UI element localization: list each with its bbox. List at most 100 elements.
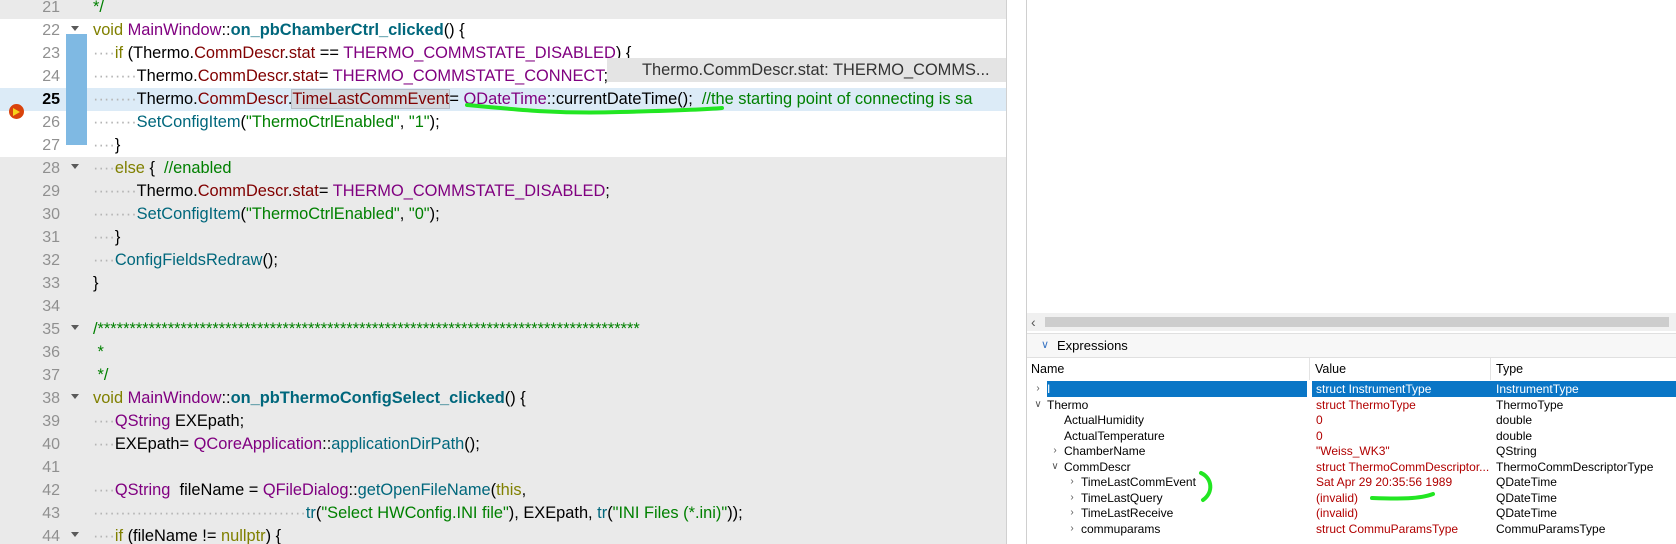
line-number[interactable]: 43 [22, 502, 60, 525]
code-text[interactable]: */ [93, 0, 104, 19]
code-text[interactable]: ····ConfigFieldsRedraw(); [93, 249, 278, 272]
code-line[interactable]: 39 ····QString EXEpath; [0, 410, 1026, 433]
expression-value[interactable]: (invalid) [1312, 490, 1492, 506]
expression-row[interactable]: ∨ CommDescr struct ThermoCommDescriptor...… [1027, 459, 1676, 475]
expression-name[interactable]: ChamberName [1064, 443, 1305, 459]
code-text[interactable]: ····QString EXEpath; [93, 410, 244, 433]
column-separator[interactable] [1490, 358, 1491, 380]
code-line[interactable]: 29 ········Thermo.CommDescr.stat= THERMO_… [0, 180, 1026, 203]
expression-name[interactable]: I [1047, 381, 1307, 397]
line-number[interactable]: 41 [22, 456, 60, 479]
chevron-down-icon[interactable]: ∨ [1050, 459, 1060, 475]
expression-row[interactable]: › commuparams struct CommuParamsType CommuP… [1027, 521, 1676, 537]
code-line[interactable]: 42 ····QString fileName = QFileDialog::ge… [0, 479, 1026, 502]
code-line[interactable]: 32 ····ConfigFieldsRedraw(); [0, 249, 1026, 272]
code-text[interactable]: ·······································t… [93, 502, 743, 525]
code-line[interactable]: 25 ········Thermo.CommDescr.TimeLastCommE… [0, 88, 1026, 111]
expression-name[interactable]: Thermo [1047, 397, 1305, 413]
fold-toggle-icon[interactable] [71, 394, 79, 399]
code-text[interactable]: ········SetConfigItem("ThermoCtrlEnabled… [93, 111, 440, 134]
code-line[interactable]: 30 ········SetConfigItem("ThermoCtrlEnabl… [0, 203, 1026, 226]
code-line[interactable]: 41 [0, 456, 1026, 479]
expression-row[interactable]: ∨ Thermo struct ThermoType ThermoType [1027, 397, 1676, 413]
line-number[interactable]: 31 [22, 226, 60, 249]
line-number[interactable]: 25 [22, 88, 60, 111]
code-text[interactable]: ····} [93, 226, 120, 249]
code-text[interactable]: void MainWindow::on_pbChamberCtrl_clicke… [93, 19, 465, 42]
code-line[interactable]: 22 void MainWindow::on_pbChamberCtrl_clic… [0, 19, 1026, 42]
scroll-left-arrow-icon[interactable]: ‹ [1031, 313, 1036, 331]
code-line[interactable]: 44 ····if (fileName != nullptr) { [0, 525, 1026, 544]
line-number[interactable]: 22 [22, 19, 60, 42]
expression-row[interactable]: ActualHumidity 0 double [1027, 412, 1676, 428]
line-number[interactable]: 33 [22, 272, 60, 295]
code-text[interactable]: ········SetConfigItem("ThermoCtrlEnabled… [93, 203, 440, 226]
column-value[interactable]: Value [1311, 358, 1346, 380]
expression-row[interactable]: ActualTemperature 0 double [1027, 428, 1676, 444]
code-text[interactable]: * [93, 341, 104, 364]
chevron-right-icon[interactable]: › [1033, 381, 1043, 397]
expressions-panel-header[interactable]: ∨ Expressions [1027, 333, 1676, 358]
line-number[interactable]: 34 [22, 295, 60, 318]
line-number[interactable]: 37 [22, 364, 60, 387]
chevron-down-icon[interactable]: ∨ [1033, 397, 1043, 413]
code-text[interactable]: ········Thermo.CommDescr.TimeLastCommEve… [93, 88, 972, 111]
code-line[interactable]: 21 */ [0, 0, 1026, 19]
expression-value[interactable]: 0 [1312, 428, 1492, 444]
code-text[interactable]: ········Thermo.CommDescr.stat= THERMO_CO… [93, 65, 608, 88]
expression-row[interactable]: › ChamberName "Weiss_WK3" QString [1027, 443, 1676, 459]
expression-value[interactable]: struct CommuParamsType [1312, 521, 1492, 537]
chevron-right-icon[interactable]: › [1067, 474, 1077, 490]
code-line[interactable]: 40 ····EXEpath= QCoreApplication::applica… [0, 433, 1026, 456]
chevron-down-icon[interactable]: ∨ [1041, 334, 1049, 357]
code-text[interactable]: ····EXEpath= QCoreApplication::applicati… [93, 433, 480, 456]
line-number[interactable]: 36 [22, 341, 60, 364]
code-text[interactable]: ········Thermo.CommDescr.stat= THERMO_CO… [93, 180, 610, 203]
line-number[interactable]: 27 [22, 134, 60, 157]
breakpoint-arrow-icon[interactable] [9, 104, 24, 119]
line-number[interactable]: 28 [22, 157, 60, 180]
line-number[interactable]: 35 [22, 318, 60, 341]
fold-toggle-icon[interactable] [71, 325, 79, 330]
code-line[interactable]: 26 ········SetConfigItem("ThermoCtrlEnabl… [0, 111, 1026, 134]
expression-name[interactable]: TimeLastCommEvent [1081, 474, 1305, 490]
fold-toggle-icon[interactable] [71, 26, 79, 31]
expression-name[interactable]: TimeLastQuery [1081, 490, 1305, 506]
expression-value[interactable]: 0 [1312, 412, 1492, 428]
line-number[interactable]: 32 [22, 249, 60, 272]
line-number[interactable]: 42 [22, 479, 60, 502]
column-type[interactable]: Type [1492, 358, 1523, 380]
chevron-right-icon[interactable]: › [1067, 490, 1077, 506]
column-name[interactable]: Name [1027, 358, 1064, 380]
code-line[interactable]: 35 /*************************************… [0, 318, 1026, 341]
fold-toggle-icon[interactable] [71, 164, 79, 169]
chevron-right-icon[interactable]: › [1050, 443, 1060, 459]
code-line[interactable]: 38 void MainWindow::on_pbThermoConfigSele… [0, 387, 1026, 410]
line-number[interactable]: 21 [22, 0, 60, 19]
expression-value[interactable]: struct ThermoType [1312, 397, 1492, 413]
code-line[interactable]: 28 ····else { //enabled [0, 157, 1026, 180]
expression-row[interactable]: › Istruct InstrumentType InstrumentType [1027, 381, 1676, 397]
expression-value[interactable]: struct InstrumentType [1312, 381, 1492, 397]
expression-name[interactable]: ActualHumidity [1064, 412, 1305, 428]
expression-name[interactable]: ActualTemperature [1064, 428, 1305, 444]
expression-row[interactable]: › TimeLastQuery (invalid) QDateTime [1027, 490, 1676, 506]
line-number[interactable]: 44 [22, 525, 60, 544]
line-number[interactable]: 40 [22, 433, 60, 456]
column-separator[interactable] [1309, 358, 1310, 380]
line-number[interactable]: 26 [22, 111, 60, 134]
expression-value[interactable]: "Weiss_WK3" [1312, 443, 1492, 459]
expression-row[interactable]: › TimeLastCommEvent Sat Apr 29 20:35:56 19… [1027, 474, 1676, 490]
code-line[interactable]: 34 [0, 295, 1026, 318]
expression-value[interactable]: struct ThermoCommDescriptor... [1312, 459, 1492, 475]
expression-value[interactable]: (invalid) [1312, 505, 1492, 521]
code-editor[interactable]: 21 */22 void MainWindow::on_pbChamberCtrl_… [0, 0, 1026, 544]
code-text[interactable]: ····else { //enabled [93, 157, 232, 180]
code-text[interactable]: ····} [93, 134, 120, 157]
line-number[interactable]: 24 [22, 65, 60, 88]
line-number[interactable]: 29 [22, 180, 60, 203]
code-text[interactable]: ····if (fileName != nullptr) { [93, 525, 281, 544]
chevron-right-icon[interactable]: › [1067, 521, 1077, 537]
code-line[interactable]: 37 */ [0, 364, 1026, 387]
code-line[interactable]: 27 ····} [0, 134, 1026, 157]
